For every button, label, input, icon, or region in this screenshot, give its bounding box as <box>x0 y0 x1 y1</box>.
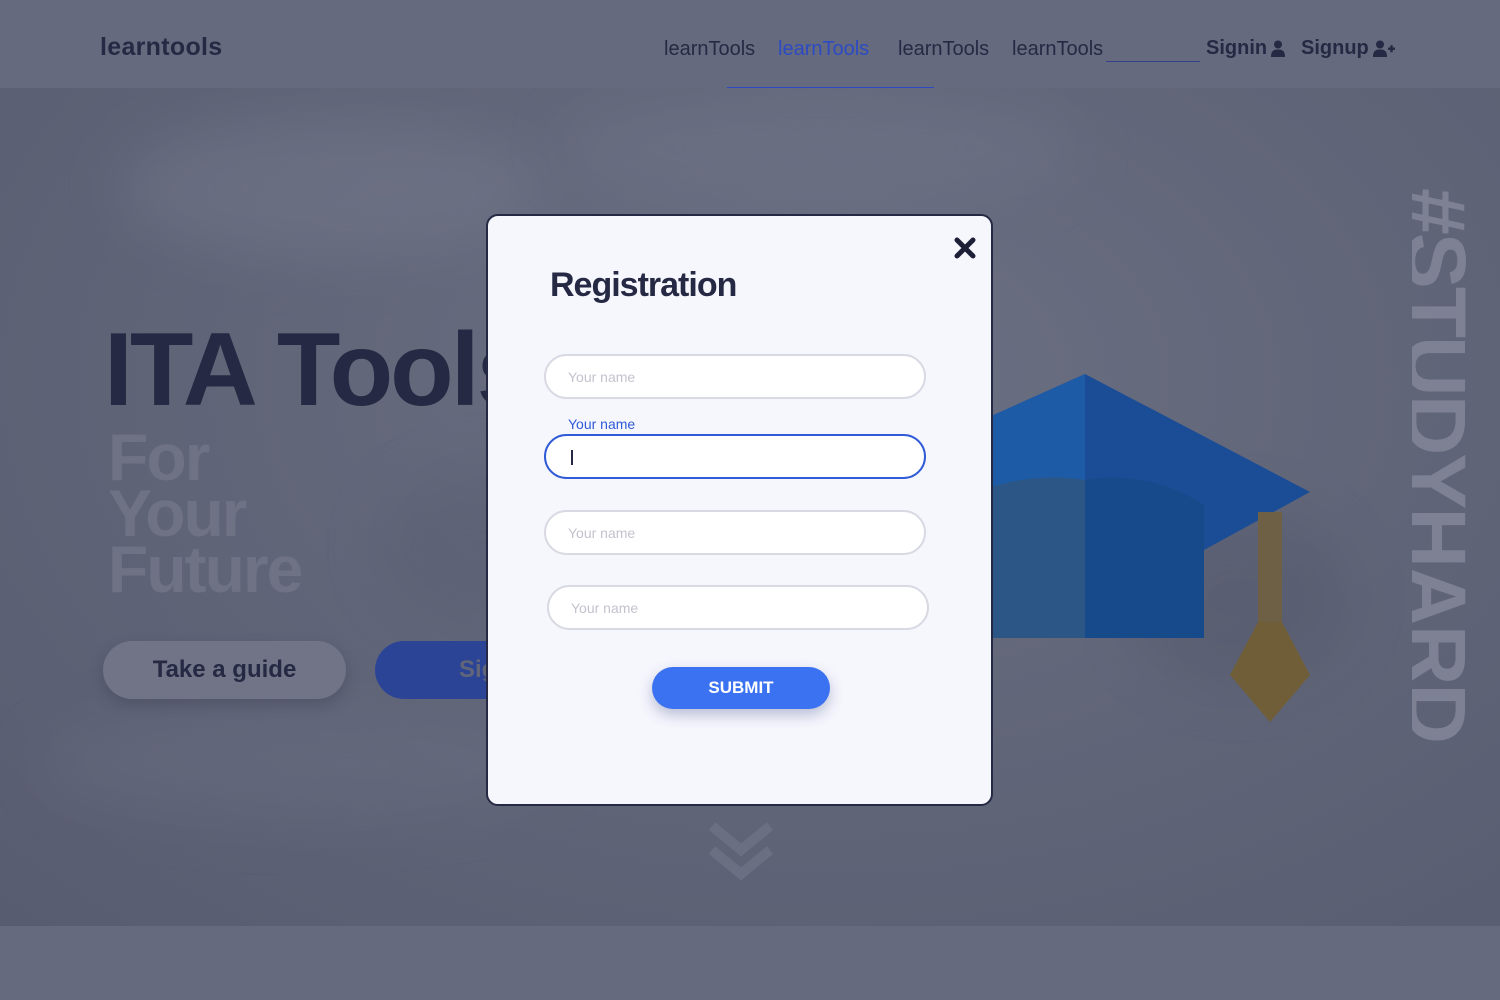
nav-link-4[interactable]: learnTools <box>1012 38 1103 61</box>
top-navbar: learntools learnTools learnTools learnTo… <box>0 0 1500 90</box>
text-cursor <box>571 450 573 465</box>
nav-search-input[interactable] <box>1106 36 1200 62</box>
take-a-guide-button[interactable]: Take a guide <box>103 641 346 699</box>
submit-button[interactable]: SUBMIT <box>652 667 830 709</box>
signup-label: Signup <box>1301 37 1369 59</box>
name-field-3[interactable] <box>544 510 926 555</box>
signup-link[interactable]: Signup <box>1301 37 1395 60</box>
hero-title: ITA Tools <box>104 312 534 428</box>
background-blur <box>560 88 1080 208</box>
nav-link-2-active[interactable]: learnTools <box>778 38 869 61</box>
hero-subtitle-line-3: Future <box>108 532 303 606</box>
close-icon[interactable] <box>954 237 976 259</box>
signin-link[interactable]: Signin <box>1206 37 1286 60</box>
background-blur <box>40 708 560 818</box>
registration-modal: Registration Your name SUBMIT <box>486 214 993 806</box>
name-field-4[interactable] <box>547 585 929 630</box>
vertical-hashtag-text: #STUDYHARD <box>1412 188 1482 743</box>
user-icon <box>1271 40 1286 57</box>
user-plus-icon <box>1372 40 1395 57</box>
brand-logo[interactable]: learntools <box>100 33 222 62</box>
signin-label: Signin <box>1206 37 1268 59</box>
name-field-2[interactable] <box>544 434 926 479</box>
nav-link-1[interactable]: learnTools <box>664 38 755 61</box>
background-blur <box>120 118 540 258</box>
close-modal-button[interactable] <box>952 236 978 262</box>
graduation-cap-icon <box>960 374 1310 722</box>
name-field-2-label: Your name <box>568 416 636 432</box>
bottom-band <box>0 926 1500 1000</box>
name-field-1[interactable] <box>544 354 926 399</box>
vertical-hashtag: #STUDYHARD <box>1412 188 1482 838</box>
double-chevron-down-icon[interactable] <box>706 820 776 886</box>
nav-link-3[interactable]: learnTools <box>898 38 989 61</box>
modal-title: Registration <box>550 266 737 304</box>
